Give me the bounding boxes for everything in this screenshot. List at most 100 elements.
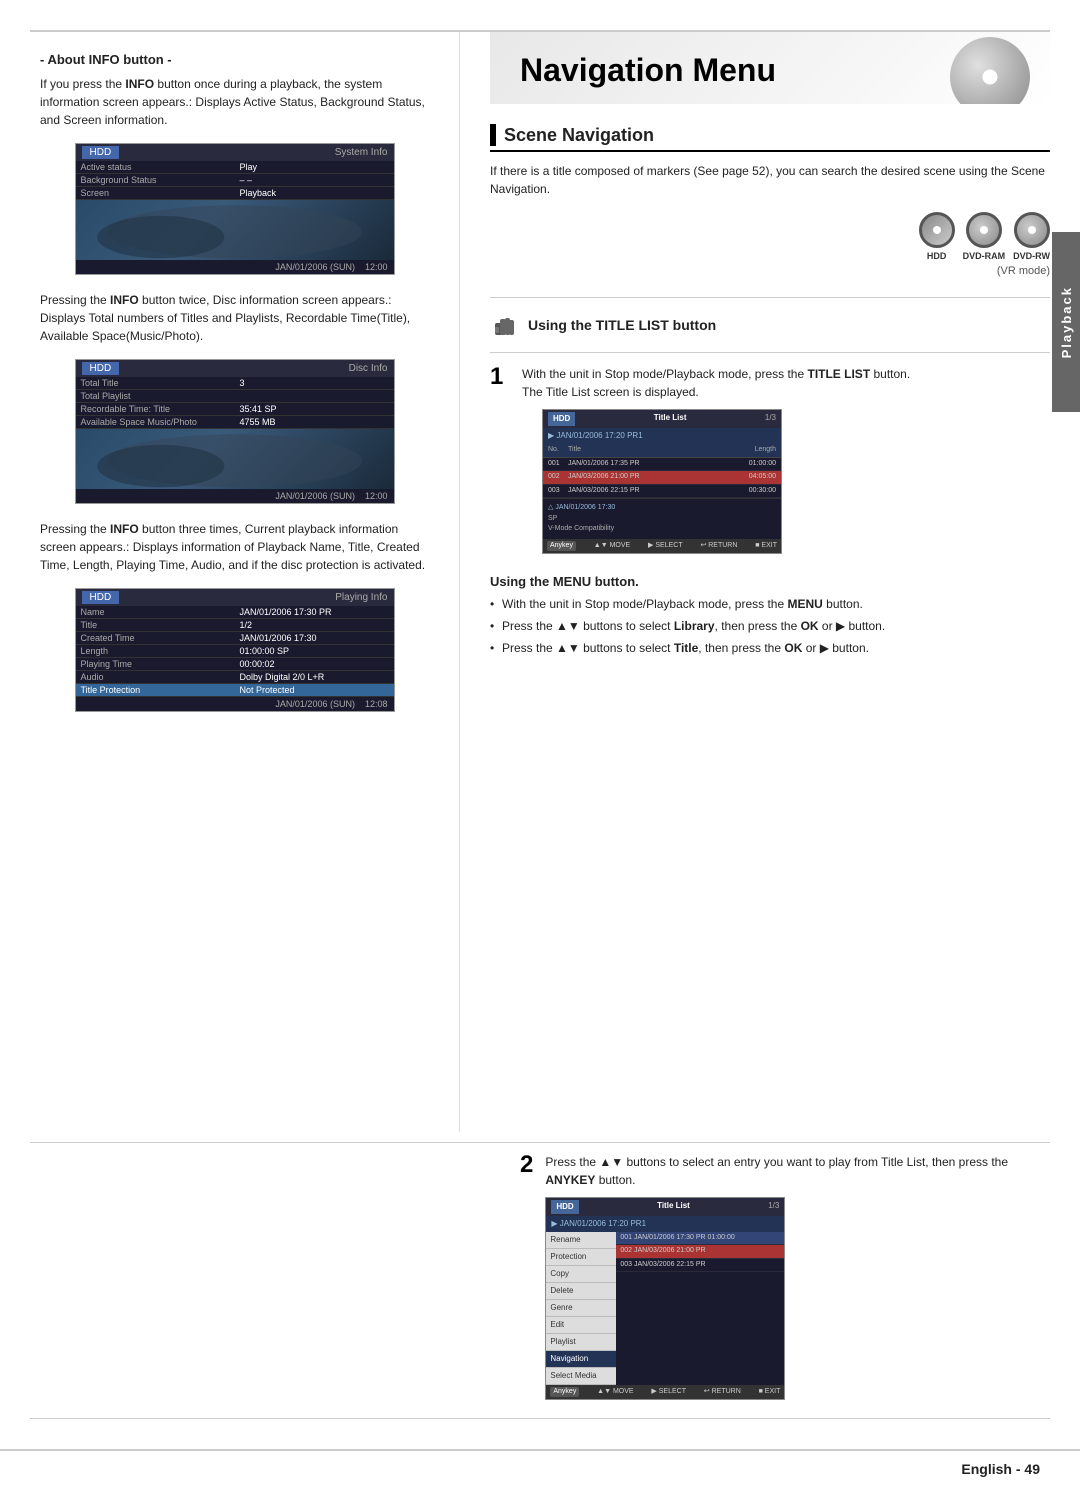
screen2-table: Total Title 3 Total Playlist Recordable … [76,377,394,429]
table-row: Background Status – – [76,174,394,187]
menu-copy: Copy [546,1266,616,1283]
screen3-row7-value: Not Protected [235,684,394,697]
screen1-footer: JAN/01/2006 (SUN) 12:00 [76,260,394,274]
list-item: 002 JAN/03/2006 21:00 PR 04:05:00 [543,471,781,485]
nav-menu-title: Navigation Menu [520,52,1020,89]
using-menu-heading: Using the MENU button. [490,574,1050,589]
screen1-row2-label: Background Status [76,174,235,187]
screen-disc-info: HDD Disc Info Total Title 3 Total Playli… [75,359,395,504]
ms-right-tab: Title List [654,412,687,426]
row1-no: 001 [548,459,568,470]
ms2-page-info: 1/3 [768,1200,779,1214]
bullet-item-1: With the unit in Stop mode/Playback mode… [490,595,1050,613]
menu-genre: Genre [546,1300,616,1317]
page-footer: English - 49 [0,1449,1080,1487]
nav-select: ▶ SELECT [648,541,683,552]
step-2: 2 Press the ▲▼ buttons to select an entr… [30,1153,1050,1409]
table-row: Screen Playback [76,187,394,200]
menu-navigation: Navigation [546,1351,616,1368]
mini-screen-title-list: HDD Title List 1/3 ▶ JAN/01/2006 17:20 P… [542,409,782,554]
playback-sidebar: Playback [1052,232,1080,412]
nav-anykey: Anykey [547,541,576,552]
table-row: Title Protection Not Protected [76,684,394,697]
ms-nav-bar: Anykey ▲▼ MOVE ▶ SELECT ↩ RETURN ■ EXIT [543,539,781,554]
separator-1 [490,297,1050,298]
dvd-rw-label: DVD-RW [1013,251,1050,261]
row3-no: 003 [548,486,568,497]
bottom-separator [30,1418,1050,1419]
screen1-header: HDD System Info [76,144,394,161]
screen3-row4-value: 01:00:00 SP [235,645,394,658]
ms-footer-sp: SP [548,514,776,525]
right-column: Navigation Menu Scene Navigation If ther… [460,32,1080,1132]
screen1-row1-value: Play [235,161,394,174]
menu-select-media: Select Media [546,1368,616,1385]
nav2-anykey: Anykey [550,1387,579,1398]
table-row: Title 1/2 [76,619,394,632]
screen3-table: Name JAN/01/2006 17:30 PR Title 1/2 Crea… [76,606,394,697]
screen1-table: Active status Play Background Status – –… [76,161,394,200]
nav2-return: ↩ RETURN [704,1387,741,1398]
table-row: Active status Play [76,161,394,174]
ms2-date: ▶ JAN/01/2006 17:20 PR1 [551,1219,646,1228]
ms2-list: 001 JAN/01/2006 17:30 PR 01:00:00 002 JA… [616,1232,784,1385]
list-item: 001 JAN/01/2006 17:30 PR 01:00:00 [616,1232,784,1246]
about-info-heading: - About INFO button - [40,52,429,67]
step-1: 1 With the unit in Stop mode/Playback mo… [490,365,1050,562]
title-list-heading: Using the TITLE LIST button [490,310,1050,340]
screen3-row6-label: Audio [76,671,235,684]
footer-page-number: 49 [1024,1461,1040,1477]
screen2-row4-label: Available Space Music/Photo [76,416,235,429]
screen1-row3-value: Playback [235,187,394,200]
screen3-footer: JAN/01/2006 (SUN) 12:08 [76,697,394,711]
ms-page-info: 1/3 [765,412,776,426]
screen3-row1-label: Name [76,606,235,619]
screen1-right-tab: System Info [335,147,388,158]
screen1-row2-value: – – [235,174,394,187]
screen2-date: JAN/01/2006 (SUN) [275,491,355,501]
table-row: Playing Time 00:00:02 [76,658,394,671]
row3-title: JAN/03/2006 22:15 PR [568,486,726,497]
row1-length: 01:00:00 [726,459,776,470]
dvd-ram-icon: DVD-RAM [963,212,1006,261]
table-row: Audio Dolby Digital 2/0 L+R [76,671,394,684]
screen3-row4-label: Length [76,645,235,658]
ms-col-headers: No. Title Length [543,444,781,458]
step2-text: Press the ▲▼ buttons to select an entry … [545,1153,1050,1189]
ms2-subheader: ▶ JAN/01/2006 17:20 PR1 [546,1216,784,1232]
screen2-image [76,429,394,489]
screen2-footer: JAN/01/2006 (SUN) 12:00 [76,489,394,503]
screen3-row5-label: Playing Time [76,658,235,671]
menu-edit: Edit [546,1317,616,1334]
screen3-left-tab: HDD [82,591,120,604]
menu-protection: Protection [546,1249,616,1266]
col-title: Title [568,445,726,456]
table-row: Available Space Music/Photo 4755 MB [76,416,394,429]
ms-subheader: ▶ JAN/01/2006 17:20 PR1 [543,428,781,444]
screen2-row3-label: Recordable Time: Title [76,403,235,416]
screen1-time: 12:00 [365,262,388,272]
screen1-left-tab: HDD [82,146,120,159]
nav-return: ↩ RETURN [700,541,737,552]
screen1-date: JAN/01/2006 (SUN) [275,262,355,272]
step1-text: With the unit in Stop mode/Playback mode… [522,365,1050,383]
screen3-date: JAN/01/2006 (SUN) [275,699,355,709]
footer-language: English [961,1461,1012,1477]
title-list-section: Using the TITLE LIST button 1 With the u… [490,310,1050,657]
screen2-row2-label: Total Playlist [76,390,235,403]
screen3-time: 12:08 [365,699,388,709]
row3-length: 00:30:00 [726,486,776,497]
table-row: Created Time JAN/01/2006 17:30 [76,632,394,645]
screen-playing-info: HDD Playing Info Name JAN/01/2006 17:30 … [75,588,395,712]
mini-screen-step2: HDD Title List 1/3 ▶ JAN/01/2006 17:20 P… [545,1197,785,1401]
nav-exit: ■ EXIT [755,541,777,552]
screen2-header: HDD Disc Info [76,360,394,377]
dvd-rw-disc [1014,212,1050,248]
vr-mode-label: (VR mode) [490,265,1050,277]
screen3-row7-label: Title Protection [76,684,235,697]
hdd-label: HDD [927,251,947,261]
about-info-para1: If you press the INFO button once during… [40,75,429,129]
bullet-item-3: Press the ▲▼ buttons to select Title, th… [490,639,1050,657]
scene-nav-description: If there is a title composed of markers … [490,162,1050,198]
bullet-item-2: Press the ▲▼ buttons to select Library, … [490,617,1050,635]
